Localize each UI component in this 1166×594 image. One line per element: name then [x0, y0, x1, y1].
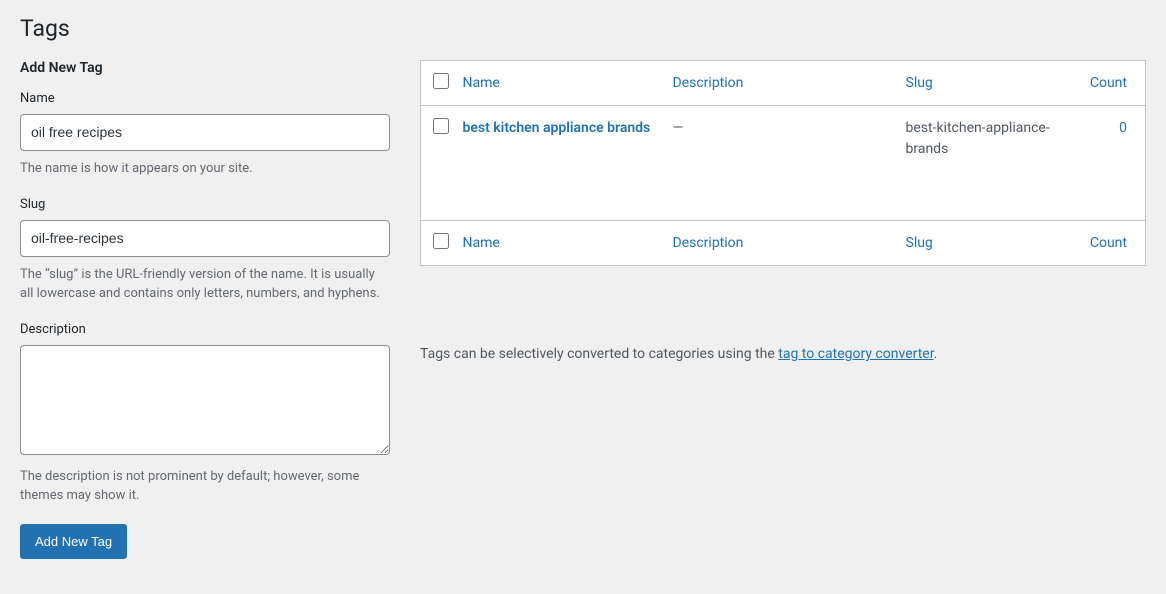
- tag-name-link[interactable]: best kitchen appliance brands: [463, 120, 651, 136]
- tag-description-cell: —: [663, 106, 896, 221]
- select-all-bottom-checkbox[interactable]: [433, 233, 449, 249]
- converter-note: Tags can be selectively converted to cat…: [420, 346, 1146, 362]
- slug-label: Slug: [20, 197, 390, 212]
- column-header-description[interactable]: Description: [663, 61, 896, 106]
- column-header-count[interactable]: Count: [1076, 61, 1146, 106]
- select-all-footer: [421, 221, 453, 266]
- table-row: best kitchen appliance brands — best-kit…: [421, 106, 1146, 221]
- slug-help: The “slug” is the URL-friendly version o…: [20, 265, 390, 304]
- select-all-header: [421, 61, 453, 106]
- slug-field-wrap: Slug The “slug” is the URL-friendly vers…: [20, 197, 390, 304]
- name-help: The name is how it appears on your site.: [20, 159, 390, 179]
- add-new-tag-button[interactable]: Add New Tag: [20, 524, 127, 560]
- select-all-top-checkbox[interactable]: [433, 73, 449, 89]
- column-footer-name[interactable]: Name: [453, 221, 663, 266]
- column-footer-count[interactable]: Count: [1076, 221, 1146, 266]
- slug-input[interactable]: [20, 220, 390, 257]
- name-input[interactable]: [20, 114, 390, 151]
- tag-slug-cell: best-kitchen-appliance-brands: [896, 106, 1076, 221]
- tag-to-category-converter-link[interactable]: tag to category converter: [778, 346, 933, 362]
- description-label: Description: [20, 322, 390, 337]
- column-header-name[interactable]: Name: [453, 61, 663, 106]
- column-footer-description[interactable]: Description: [663, 221, 896, 266]
- tags-table: Name Description Slug Count best kitchen…: [420, 60, 1146, 266]
- tag-count-link[interactable]: 0: [1119, 120, 1127, 136]
- page-title: Tags: [20, 15, 1146, 42]
- form-heading: Add New Tag: [20, 60, 390, 76]
- add-tag-form: Add New Tag Name The name is how it appe…: [20, 60, 390, 559]
- description-input[interactable]: [20, 345, 390, 455]
- row-checkbox[interactable]: [433, 118, 449, 134]
- name-label: Name: [20, 91, 390, 106]
- name-field-wrap: Name The name is how it appears on your …: [20, 91, 390, 179]
- column-footer-slug[interactable]: Slug: [896, 221, 1076, 266]
- description-help: The description is not prominent by defa…: [20, 467, 390, 506]
- column-header-slug[interactable]: Slug: [896, 61, 1076, 106]
- description-field-wrap: Description The description is not promi…: [20, 322, 390, 506]
